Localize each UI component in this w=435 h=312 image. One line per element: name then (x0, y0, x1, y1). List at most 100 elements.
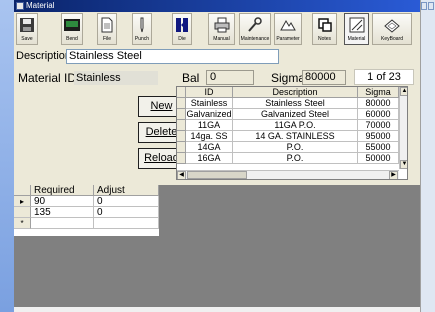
minimize-button[interactable] (421, 2, 427, 10)
cell-sigma: 95000 (358, 131, 399, 142)
cell-id: Galvanized (186, 109, 233, 120)
scroll-down-arrow-icon[interactable]: ▼ (400, 160, 407, 169)
toolbar: Save Bend File Punch Die Manual Maintena… (14, 13, 420, 47)
table-row[interactable]: Galvanized Galvanized Steel 60000 (177, 109, 399, 120)
row-selector[interactable] (177, 109, 186, 120)
toolbar-button-maintenance[interactable]: Maintenance (239, 13, 271, 45)
cell-required[interactable]: 135 (31, 207, 94, 218)
toolbar-label: Bend (66, 36, 78, 42)
horizontal-scrollbar[interactable]: ◀ ▶ (177, 170, 399, 179)
desktop-left-edge (0, 0, 14, 312)
floppy-disk-icon (20, 18, 34, 32)
table-row[interactable]: 14ga. SS 14 GA. STAINLESS 95000 (177, 131, 399, 142)
table-row[interactable]: 16GA P.O. 50000 (177, 153, 399, 164)
cell-id: Stainless (186, 98, 233, 109)
toolbar-label: Manual (213, 36, 230, 42)
notes-icon (317, 18, 332, 32)
column-header-sigma[interactable]: Sigma (358, 87, 399, 98)
cell-description: 11GA P.O. (233, 120, 358, 131)
column-header-required[interactable]: Required (31, 185, 94, 196)
bend-machine-icon (64, 19, 80, 31)
horizontal-scroll-thumb[interactable] (187, 171, 247, 179)
table-row[interactable]: 135 0 (14, 207, 159, 218)
toolbar-button-bend[interactable]: Bend (61, 13, 83, 45)
cell-adjust[interactable]: 0 (94, 196, 159, 207)
bal-label: Bal (182, 71, 200, 85)
close-button[interactable] (428, 2, 434, 10)
toolbar-button-parameter[interactable]: Parameter (274, 13, 302, 45)
toolbar-button-manual[interactable]: Manual (208, 13, 235, 45)
scroll-right-arrow-icon[interactable]: ▶ (389, 171, 398, 179)
toolbar-button-die[interactable]: Die (172, 13, 192, 45)
file-icon (101, 17, 113, 33)
row-selector[interactable] (177, 142, 186, 153)
record-counter: 1 of 23 (354, 69, 414, 85)
material-window: Material Save Bend File Punch Die Manual (14, 0, 421, 312)
cell-adjust[interactable]: 0 (94, 207, 159, 218)
toolbar-button-keyboard[interactable]: KeyBoard (372, 13, 412, 45)
row-selector-header (14, 185, 31, 196)
description-field[interactable]: Stainless Steel (66, 49, 279, 64)
grid-header-row: ID Description Sigma (177, 87, 399, 98)
row-selector[interactable] (177, 98, 186, 109)
toolbar-label: Maintenance (240, 36, 270, 42)
toolbar-button-notes[interactable]: Notes (312, 13, 337, 45)
cell-description: Stainless Steel (233, 98, 358, 109)
table-row[interactable]: 11GA 11GA P.O. 70000 (177, 120, 399, 131)
toolbar-button-punch[interactable]: Punch (132, 13, 152, 45)
cell-required[interactable] (31, 218, 94, 229)
scroll-left-arrow-icon[interactable]: ◀ (177, 171, 186, 179)
desktop-right-edge (421, 0, 435, 312)
cell-id: 11GA (186, 120, 233, 131)
row-selector[interactable] (177, 120, 186, 131)
material-icon (349, 17, 364, 33)
caption-buttons (421, 0, 435, 12)
new-row-marker-icon[interactable]: * (14, 218, 31, 229)
printer-icon (214, 17, 229, 33)
materials-grid[interactable]: ID Description Sigma Stainless Stainless… (176, 86, 408, 180)
toolbar-label: Die (178, 36, 186, 42)
cell-required[interactable]: 90 (31, 196, 94, 207)
row-selector[interactable] (14, 207, 31, 218)
grid-header-row: Required Adjust (14, 185, 159, 196)
window-titlebar[interactable]: Material (14, 0, 420, 12)
row-selector[interactable] (177, 153, 186, 164)
row-selector[interactable] (177, 131, 186, 142)
scroll-up-arrow-icon[interactable]: ▲ (400, 87, 407, 96)
parameter-icon (280, 20, 296, 31)
cell-description: P.O. (233, 153, 358, 164)
cell-sigma: 50000 (358, 153, 399, 164)
cell-id: 14GA (186, 142, 233, 153)
punch-icon (140, 17, 144, 33)
adjust-grid[interactable]: Required Adjust ▸ 90 0 135 0 * (14, 185, 159, 236)
column-header-id[interactable]: ID (186, 87, 233, 98)
column-header-description[interactable]: Description (233, 87, 358, 98)
toolbar-label: Punch (134, 36, 150, 42)
cell-description: 14 GA. STAINLESS (233, 131, 358, 142)
new-row[interactable]: * (14, 218, 159, 229)
current-row-marker-icon[interactable]: ▸ (14, 196, 31, 207)
table-row[interactable]: ▸ 90 0 (14, 196, 159, 207)
material-id-value: Stainless (74, 71, 158, 85)
window-title: Material (26, 1, 55, 10)
toolbar-label: Notes (317, 36, 332, 42)
table-row[interactable]: Stainless Stainless Steel 80000 (177, 98, 399, 109)
sigma-field[interactable]: 80000 (302, 70, 346, 85)
description-label: Description (16, 50, 72, 62)
wrench-icon (248, 17, 262, 32)
toolbar-button-file[interactable]: File (97, 13, 117, 45)
toolbar-button-material[interactable]: Material (344, 13, 369, 45)
column-header-adjust[interactable]: Adjust (94, 185, 159, 196)
table-row[interactable]: 14GA P.O. 55000 (177, 142, 399, 153)
vertical-scrollbar[interactable]: ▲ ▼ (399, 87, 407, 169)
cell-sigma: 55000 (358, 142, 399, 153)
bal-field[interactable]: 0 (206, 70, 254, 85)
toolbar-button-save[interactable]: Save (16, 13, 38, 45)
cell-description: Galvanized Steel (233, 109, 358, 120)
adjust-grid-area: Required Adjust ▸ 90 0 135 0 * (14, 185, 420, 312)
toolbar-label: KeyBoard (381, 36, 403, 42)
cell-adjust[interactable] (94, 218, 159, 229)
die-icon (176, 18, 188, 32)
keyboard-icon (384, 19, 400, 33)
material-id-label: Material ID (18, 71, 77, 85)
